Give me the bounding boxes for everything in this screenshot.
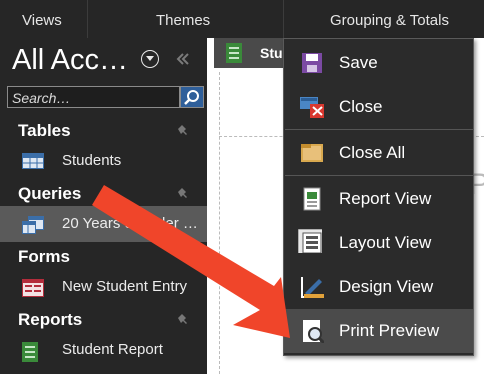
menu-item-label: Design View <box>339 277 434 296</box>
nav-item-new-student-entry[interactable]: New Student Entry <box>0 269 207 305</box>
nav-pane-title[interactable]: All Acc… <box>12 42 128 78</box>
nav-item-students[interactable]: Students <box>0 143 207 179</box>
ribbon-separator <box>87 0 88 38</box>
menu-item-label: Print Preview <box>339 321 440 340</box>
report-guide-line <box>219 72 220 374</box>
document-tab[interactable]: Stu <box>214 38 284 68</box>
tab-context-menu: Save Close Close All Report View Layout … <box>283 38 474 356</box>
report-icon <box>226 43 242 63</box>
menu-item-report-view[interactable]: Report View <box>284 177 473 221</box>
ribbon-group-grouping-totals[interactable]: Grouping & Totals <box>330 12 449 29</box>
nav-search-input[interactable]: Search… <box>7 86 180 108</box>
report-icon <box>22 342 38 362</box>
save-icon <box>302 53 322 73</box>
shutter-collapse-icon[interactable] <box>176 53 190 65</box>
folder-icon <box>301 144 323 162</box>
menu-divider <box>285 175 474 176</box>
nav-category-reports[interactable]: Reports <box>18 310 82 330</box>
close-icon <box>300 97 324 118</box>
table-icon <box>22 153 44 169</box>
ribbon-group-themes[interactable]: Themes <box>156 12 210 29</box>
nav-category-forms[interactable]: Forms <box>18 247 70 267</box>
menu-item-label: Report View <box>339 189 432 208</box>
layout-view-icon <box>298 229 322 253</box>
menu-item-design-view[interactable]: Design View <box>284 265 473 309</box>
nav-category-tables[interactable]: Tables <box>18 121 71 141</box>
menu-item-label: Close All <box>339 143 406 162</box>
ribbon-separator <box>283 0 284 38</box>
nav-item-label: 20 Years or Older … <box>62 215 198 232</box>
pin-icon[interactable] <box>175 123 189 137</box>
menu-item-label: Save <box>339 53 378 72</box>
nav-dropdown-icon[interactable] <box>141 50 159 68</box>
search-button[interactable] <box>180 86 204 108</box>
menu-item-layout-view[interactable]: Layout View <box>284 221 473 265</box>
menu-item-save[interactable]: Save <box>284 41 473 85</box>
search-icon <box>184 90 199 105</box>
ribbon: Views Themes Grouping & Totals <box>0 0 484 39</box>
design-view-icon <box>301 277 324 298</box>
nav-item-label: Student Report <box>62 341 163 358</box>
print-preview-icon <box>303 320 324 343</box>
nav-category-queries[interactable]: Queries <box>18 184 81 204</box>
menu-item-close-all[interactable]: Close All <box>284 131 473 175</box>
nav-item-student-report[interactable]: Student Report <box>0 332 207 368</box>
form-icon <box>22 279 44 297</box>
query-icon <box>22 216 44 234</box>
nav-item-label: Students <box>62 152 122 169</box>
pin-icon[interactable] <box>175 312 189 326</box>
menu-item-close[interactable]: Close <box>284 85 473 129</box>
menu-divider <box>285 129 474 130</box>
menu-item-print-preview[interactable]: Print Preview <box>284 309 473 353</box>
menu-item-label: Layout View <box>339 233 432 252</box>
nav-item-20-years-or-older[interactable]: 20 Years or Older … <box>0 206 207 242</box>
pin-icon[interactable] <box>175 186 189 200</box>
report-view-icon <box>303 187 321 211</box>
ribbon-group-views[interactable]: Views <box>22 12 62 29</box>
nav-item-label: New Student Entry <box>62 278 188 295</box>
document-tab-label: Stu <box>260 45 283 61</box>
menu-item-label: Close <box>339 97 383 116</box>
